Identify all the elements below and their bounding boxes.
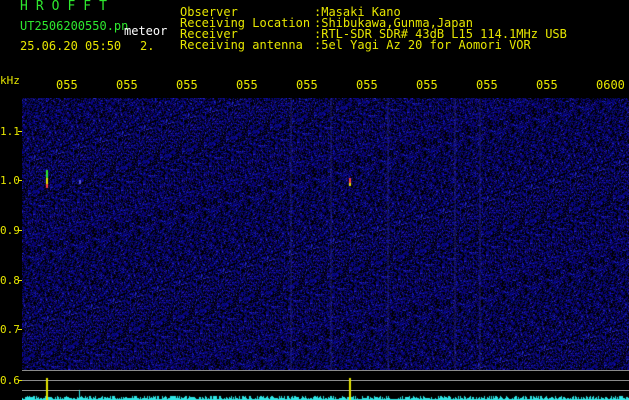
x-tick-label: 055	[536, 78, 558, 92]
y-tick-label: 1.1	[0, 125, 20, 138]
y-tick-label: 0.7	[0, 323, 20, 336]
interval-label: 2.	[140, 39, 155, 53]
x-tick-label: 055	[296, 78, 318, 92]
amplitude-trace	[22, 370, 629, 400]
y-tick-label: 0.8	[0, 274, 20, 287]
mode-label: meteor	[124, 24, 168, 38]
x-tick-label: 055	[416, 78, 438, 92]
x-tick-label: 055	[356, 78, 378, 92]
x-tick-label: 055	[476, 78, 498, 92]
antenna-label: Receiving antenna	[180, 38, 303, 52]
x-tick-label: 055	[176, 78, 198, 92]
y-axis-unit: kHz	[0, 74, 20, 87]
filename-label: UT2506200550.pn	[20, 19, 129, 33]
y-tick-label: 0.9	[0, 224, 20, 237]
x-tick-label: 0600	[596, 78, 625, 92]
program-title: HROFFT	[20, 0, 115, 14]
timestamp-label: 25.06.20 05:50	[20, 39, 122, 53]
y-tick-label: 0.6	[0, 374, 20, 387]
x-tick-label: 055	[56, 78, 78, 92]
antenna-value: :5el Yagi Az 20 for Aomori VOR	[314, 38, 531, 52]
x-tick-label: 055	[116, 78, 138, 92]
spectrogram	[22, 98, 629, 370]
x-tick-label: 055	[236, 78, 258, 92]
y-tick-label: 1.0	[0, 174, 20, 187]
